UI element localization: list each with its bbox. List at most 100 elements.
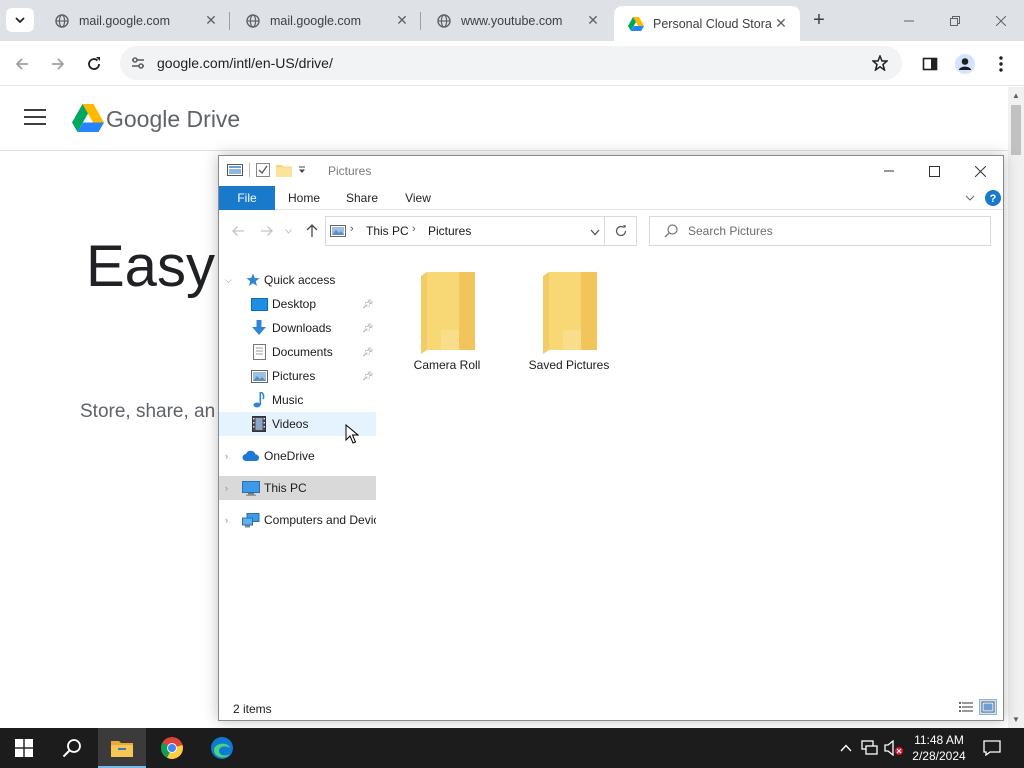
customize-toolbar-chevron-icon[interactable] xyxy=(298,166,306,174)
close-icon xyxy=(974,165,986,177)
reload-button[interactable] xyxy=(81,51,107,77)
nav-item-quick-access[interactable]: ⌵ Quick access xyxy=(219,268,376,292)
nav-item-network[interactable]: › Computers and Devic xyxy=(219,508,376,532)
chevron-down-icon[interactable]: ⌵ xyxy=(225,275,235,286)
site-info-icon[interactable] xyxy=(128,53,148,73)
taskbar-chrome[interactable] xyxy=(148,728,196,768)
refresh-icon xyxy=(615,225,626,237)
volume-button[interactable] xyxy=(884,738,904,758)
explorer-search-box[interactable] xyxy=(649,216,991,246)
file-explorer-icon xyxy=(111,741,133,757)
details-view-button[interactable] xyxy=(957,699,975,715)
nav-item-music[interactable]: Music xyxy=(219,388,376,412)
scroll-down-icon[interactable]: ▼ xyxy=(1012,715,1020,724)
explorer-minimize-button[interactable] xyxy=(866,156,912,186)
explorer-title-bar[interactable]: Pictures xyxy=(219,156,1003,186)
nav-item-documents[interactable]: Documents 📌︎ xyxy=(219,340,376,364)
mouse-cursor-icon xyxy=(345,424,359,444)
ribbon-tab-file[interactable]: File xyxy=(219,186,275,210)
properties-checkmark-icon[interactable] xyxy=(256,163,270,177)
windows-taskbar: 11:48 AM 2/28/2024 xyxy=(0,728,1024,768)
explorer-back-button[interactable] xyxy=(229,222,247,240)
pin-icon[interactable]: 📌︎ xyxy=(362,371,373,382)
tab-search-button[interactable] xyxy=(6,8,34,32)
action-center-button[interactable] xyxy=(982,738,1002,758)
taskbar-edge[interactable] xyxy=(198,728,246,768)
recent-locations-button[interactable] xyxy=(282,222,294,240)
chevron-right-icon[interactable]: › xyxy=(225,451,235,461)
restore-button[interactable] xyxy=(932,0,978,41)
hamburger-menu-icon[interactable] xyxy=(24,109,46,127)
desktop-icon xyxy=(250,296,268,312)
new-tab-button[interactable]: + xyxy=(808,9,830,31)
taskbar-search-button[interactable] xyxy=(48,728,96,768)
network-status-button[interactable] xyxy=(860,738,880,758)
up-one-level-button[interactable] xyxy=(303,222,321,240)
bookmark-star-icon[interactable] xyxy=(870,53,890,73)
search-icon xyxy=(664,224,678,238)
help-icon[interactable]: ? xyxy=(985,190,1001,206)
breadcrumb-this-pc[interactable]: This PC xyxy=(366,224,409,238)
chevron-down-icon xyxy=(15,17,25,24)
svg-text:?: ? xyxy=(990,193,997,205)
close-tab-icon[interactable]: ✕ xyxy=(202,12,220,30)
pin-icon[interactable]: 📌︎ xyxy=(362,323,373,334)
ribbon-tab-share[interactable]: Share xyxy=(339,186,385,210)
large-icons-view-button[interactable] xyxy=(979,699,997,715)
browser-tab-1[interactable]: mail.google.com ✕ xyxy=(40,0,230,41)
nav-item-pictures[interactable]: Pictures 📌︎ xyxy=(219,364,376,388)
nav-item-this-pc[interactable]: › This PC xyxy=(219,476,376,500)
drive-header: Google Drive xyxy=(0,87,1008,151)
explorer-maximize-button[interactable] xyxy=(911,156,957,186)
window-menu-icon[interactable] xyxy=(227,164,243,176)
minimize-button[interactable] xyxy=(886,0,932,41)
side-panel-button[interactable] xyxy=(917,51,943,77)
star-icon xyxy=(244,272,262,288)
page-scrollbar[interactable]: ▲ ▼ xyxy=(1008,87,1024,728)
scrollbar-thumb[interactable] xyxy=(1011,105,1021,155)
explorer-close-button[interactable] xyxy=(957,156,1003,186)
search-input[interactable] xyxy=(688,222,978,240)
explorer-forward-button[interactable] xyxy=(257,222,275,240)
document-icon xyxy=(250,344,268,360)
nav-item-downloads[interactable]: Downloads 📌︎ xyxy=(219,316,376,340)
clock-time: 11:48 AM xyxy=(914,733,964,747)
start-button[interactable] xyxy=(0,728,48,768)
address-history-chevron-icon[interactable] xyxy=(590,225,600,239)
chevron-up-icon xyxy=(840,744,852,752)
breadcrumb-pictures[interactable]: Pictures xyxy=(428,224,471,238)
ribbon-tab-home[interactable]: Home xyxy=(281,186,327,210)
folder-item-camera-roll[interactable]: Camera Roll xyxy=(397,270,497,380)
close-window-button[interactable] xyxy=(978,0,1024,41)
browser-tab-2[interactable]: mail.google.com ✕ xyxy=(231,0,421,41)
browser-tab-3[interactable]: www.youtube.com ✕ xyxy=(422,0,612,41)
search-icon xyxy=(62,739,81,758)
ribbon-tab-view[interactable]: View xyxy=(395,186,441,210)
browser-tab-active[interactable]: Personal Cloud Storage ✕ xyxy=(614,6,800,41)
close-tab-icon[interactable]: ✕ xyxy=(772,15,790,33)
new-folder-icon[interactable] xyxy=(276,163,292,177)
address-bar[interactable]: google.com/intl/en-US/drive/ xyxy=(120,46,902,80)
chrome-menu-button[interactable] xyxy=(988,51,1014,77)
close-tab-icon[interactable]: ✕ xyxy=(393,12,411,30)
pin-icon[interactable]: 📌︎ xyxy=(362,299,373,310)
back-button[interactable] xyxy=(9,51,35,77)
scroll-up-icon[interactable]: ▲ xyxy=(1012,91,1020,100)
chevron-right-icon[interactable]: › xyxy=(225,483,235,493)
taskbar-clock[interactable]: 11:48 AM 2/28/2024 xyxy=(906,732,972,764)
show-hidden-icons-button[interactable] xyxy=(836,738,856,758)
forward-button[interactable] xyxy=(45,51,71,77)
nav-item-onedrive[interactable]: › OneDrive xyxy=(219,444,376,468)
folder-item-saved-pictures[interactable]: Saved Pictures xyxy=(519,270,619,380)
expand-ribbon-chevron-icon[interactable] xyxy=(965,195,975,201)
taskbar-file-explorer[interactable] xyxy=(98,728,146,768)
refresh-button[interactable] xyxy=(604,216,636,246)
edge-icon xyxy=(211,737,233,759)
chevron-right-icon[interactable]: › xyxy=(225,515,235,525)
nav-item-desktop[interactable]: Desktop 📌︎ xyxy=(219,292,376,316)
explorer-navigation-pane: ⌵ Quick access Desktop 📌︎ Downloads 📌︎ D… xyxy=(219,264,376,694)
pin-icon[interactable]: 📌︎ xyxy=(362,347,373,358)
explorer-address-bar[interactable]: › This PC › Pictures xyxy=(325,216,637,246)
close-tab-icon[interactable]: ✕ xyxy=(584,12,602,30)
profile-button[interactable] xyxy=(952,51,978,77)
